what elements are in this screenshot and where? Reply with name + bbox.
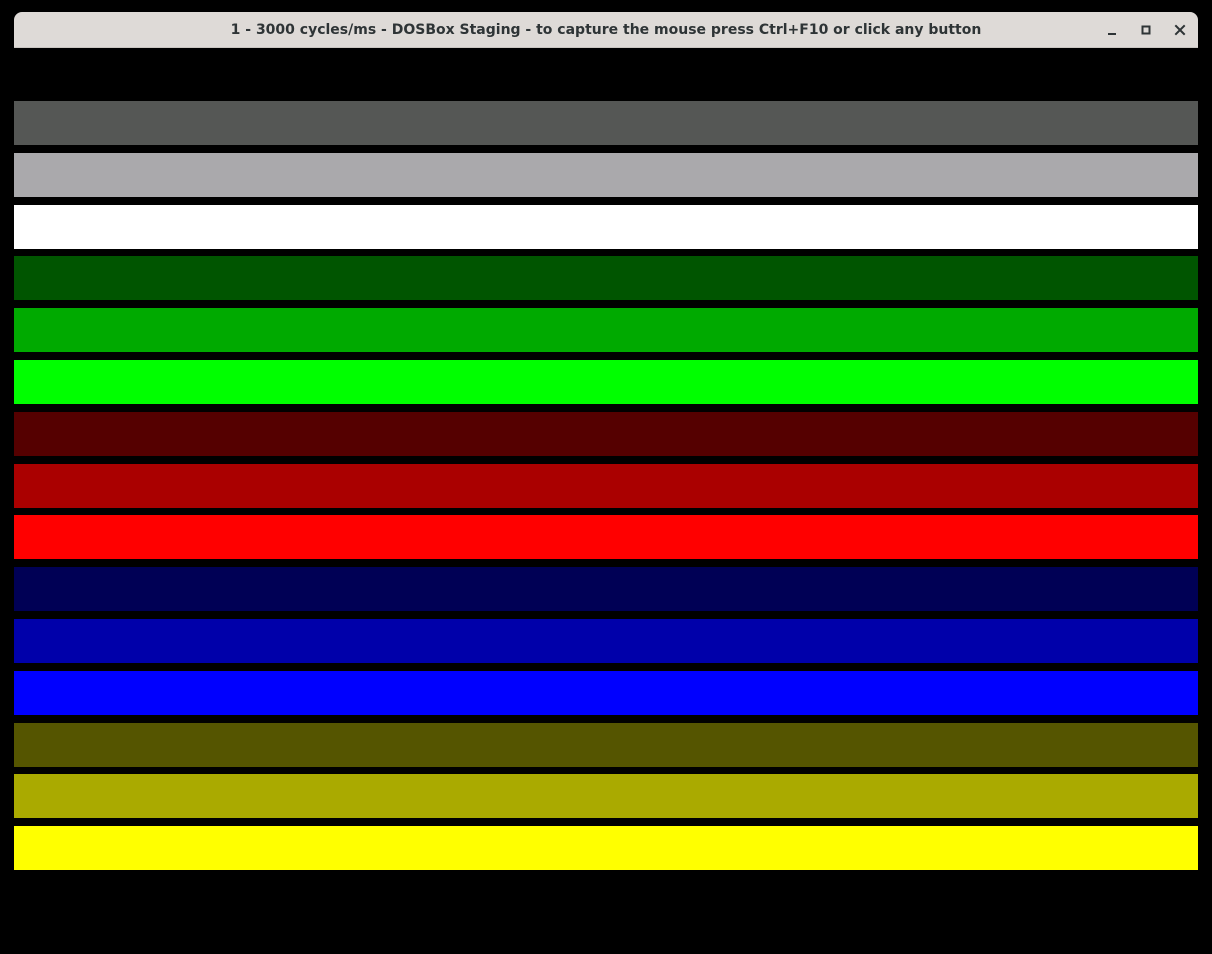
color-bar — [14, 205, 1198, 249]
color-bar — [14, 774, 1198, 818]
color-bar — [14, 153, 1198, 197]
close-icon — [1174, 24, 1186, 36]
color-bar — [14, 256, 1198, 300]
color-bar — [14, 101, 1198, 145]
close-button[interactable] — [1168, 18, 1192, 42]
color-bar — [14, 567, 1198, 611]
color-bar — [14, 308, 1198, 352]
color-bar — [14, 826, 1198, 870]
color-bar — [14, 619, 1198, 663]
color-bar — [14, 464, 1198, 508]
minimize-icon — [1108, 33, 1116, 35]
dosbox-window: 1 - 3000 cycles/ms - DOSBox Staging - to… — [14, 12, 1198, 954]
maximize-button[interactable] — [1134, 18, 1158, 42]
color-bar — [14, 412, 1198, 456]
window-title: 1 - 3000 cycles/ms - DOSBox Staging - to… — [230, 22, 982, 38]
dos-display[interactable] — [14, 48, 1198, 954]
color-bar — [14, 671, 1198, 715]
color-bar — [14, 360, 1198, 404]
minimize-button[interactable] — [1100, 18, 1124, 42]
title-bar[interactable]: 1 - 3000 cycles/ms - DOSBox Staging - to… — [14, 12, 1198, 48]
color-bar — [14, 515, 1198, 559]
window-controls — [1090, 12, 1198, 48]
maximize-icon — [1141, 25, 1151, 35]
color-bar — [14, 723, 1198, 767]
